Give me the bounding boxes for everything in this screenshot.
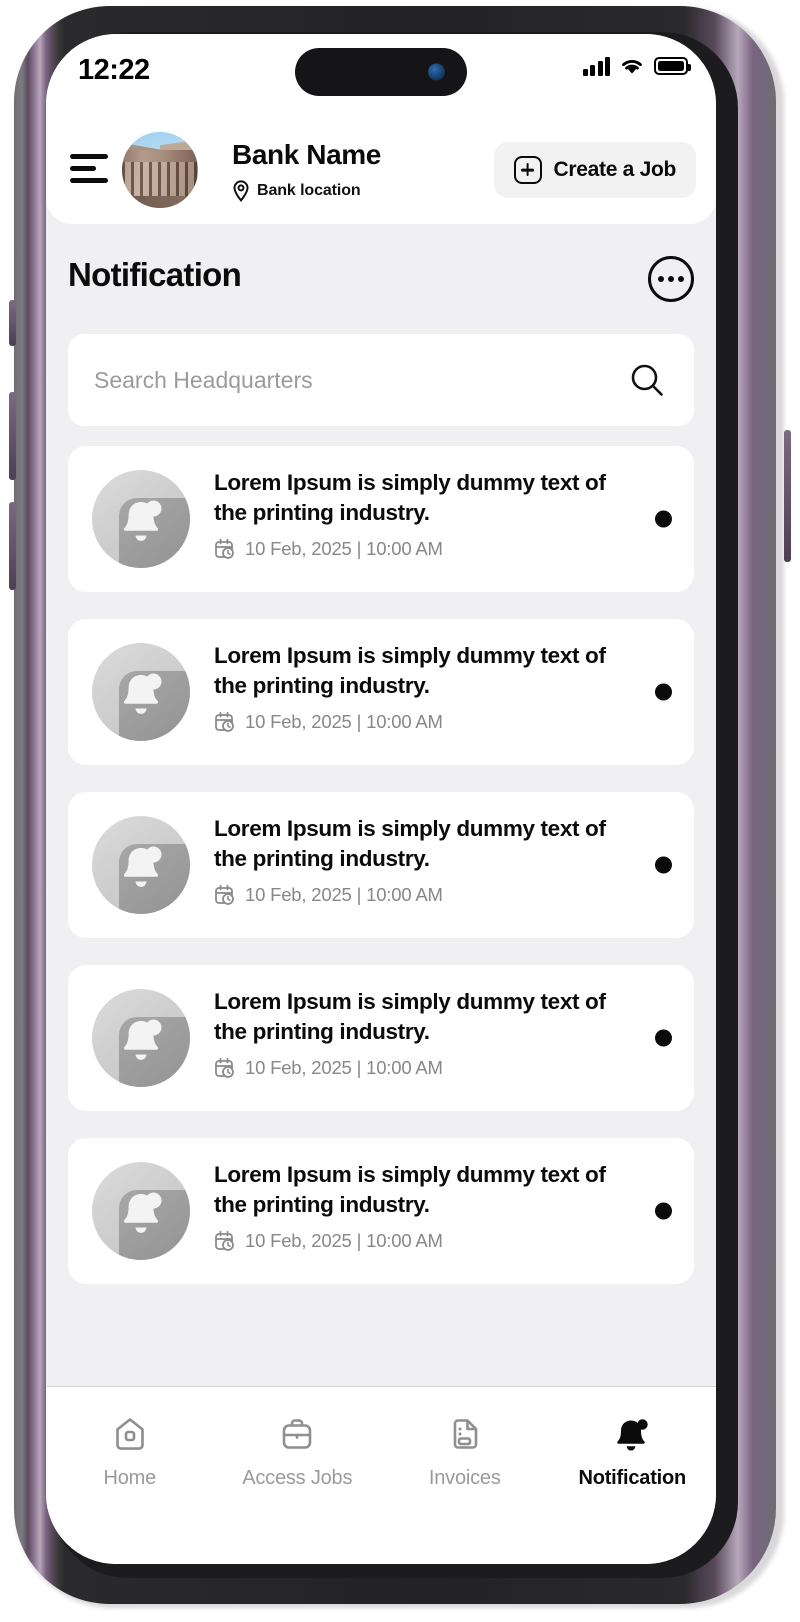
create-a-job-button[interactable]: Create a Job [493,142,696,198]
unread-indicator-dot [655,1202,672,1220]
calendar-clock-icon [215,538,234,559]
battery-full-icon [654,57,692,75]
notification-meta: 10 Feb, 2025 | 10:00 AM [214,884,608,906]
notification-meta: 10 Feb, 2025 | 10:00 AM [214,711,608,733]
notification-datetime: 10 Feb, 2025 | 10:00 AM [245,1229,443,1251]
bell-avatar-icon [92,643,190,741]
wifi-icon [622,60,642,74]
notification-card[interactable]: Lorem Ipsum is simply dummy text of the … [68,1138,694,1284]
notification-text: Lorem Ipsum is simply dummy text of the … [214,816,606,871]
nav-item-notification[interactable]: Notification [549,1413,717,1490]
volume-up-button[interactable] [9,392,16,480]
notification-meta: 10 Feb, 2025 | 10:00 AM [214,1230,608,1252]
notification-text: Lorem Ipsum is simply dummy text of the … [214,470,606,525]
search-input[interactable] [94,366,628,394]
bank-building-avatar[interactable] [122,132,198,208]
main-content: Notification Lorem Ipsum is simply dummy… [46,224,716,1386]
nav-item-home[interactable]: Home [46,1413,214,1490]
bank-name-label: Bank Name [232,139,381,170]
notification-list: Lorem Ipsum is simply dummy text of the … [68,446,694,1311]
notification-datetime: 10 Feb, 2025 | 10:00 AM [245,537,443,559]
app-header: Bank Name Bank location Create a Job [46,112,716,224]
bell-avatar-icon [92,816,190,914]
bell-avatar-icon [92,1162,190,1260]
unread-indicator-dot [655,1029,672,1047]
create-a-job-label: Create a Job [553,158,677,181]
briefcase-icon [277,1413,317,1455]
notification-card[interactable]: Lorem Ipsum is simply dummy text of the … [68,965,694,1111]
notification-text: Lorem Ipsum is simply dummy text of the … [214,643,606,698]
location-pin-icon [233,180,249,202]
notification-text: Lorem Ipsum is simply dummy text of the … [214,989,606,1044]
notification-meta: 10 Feb, 2025 | 10:00 AM [214,538,608,560]
notification-body: Lorem Ipsum is simply dummy text of the … [214,468,608,560]
phone-screen: 12:22 Bank Name Bank location Create a J… [46,34,716,1564]
dynamic-island [295,48,467,96]
volume-down-button[interactable] [9,502,16,590]
silent-switch-button[interactable] [9,300,16,346]
hamburger-menu-icon[interactable] [70,152,112,184]
notification-datetime: 10 Feb, 2025 | 10:00 AM [245,883,443,905]
more-options-icon[interactable] [648,256,694,302]
notification-datetime: 10 Feb, 2025 | 10:00 AM [245,1056,443,1078]
notification-card[interactable]: Lorem Ipsum is simply dummy text of the … [68,446,694,592]
calendar-clock-icon [215,711,234,732]
bank-location-label: Bank location [257,182,361,199]
notification-datetime: 10 Feb, 2025 | 10:00 AM [245,710,443,732]
notification-body: Lorem Ipsum is simply dummy text of the … [214,987,608,1079]
unread-indicator-dot [655,683,672,701]
power-button[interactable] [784,430,791,562]
plus-square-icon [513,156,542,184]
unread-indicator-dot [655,510,672,528]
nav-item-invoices[interactable]: Invoices [381,1413,549,1490]
bell-avatar-icon [92,470,190,568]
page-title: Notification [68,256,242,293]
screenshot-stage: 12:22 Bank Name Bank location Create a J… [0,0,800,1622]
unread-indicator-dot [655,856,672,874]
bell-avatar-icon [92,989,190,1087]
nav-label: Notification [578,1467,687,1489]
notification-card[interactable]: Lorem Ipsum is simply dummy text of the … [68,792,694,938]
front-camera-icon [428,63,445,81]
calendar-clock-icon [215,884,234,905]
status-bar: 12:22 [46,34,716,112]
notification-body: Lorem Ipsum is simply dummy text of the … [214,1160,608,1252]
home-icon [110,1413,150,1455]
bank-location: Bank location [232,180,361,202]
signal-bars-icon [582,56,610,76]
page-title-row: Notification [46,256,716,312]
search-icon[interactable] [628,361,666,399]
status-bar-time: 12:22 [78,54,150,86]
notification-body: Lorem Ipsum is simply dummy text of the … [214,814,608,906]
status-bar-indicators [582,56,692,76]
notification-card[interactable]: Lorem Ipsum is simply dummy text of the … [68,619,694,765]
calendar-clock-icon [215,1230,234,1251]
bell-filled-icon [612,1413,652,1455]
nav-item-access-jobs[interactable]: Access Jobs [214,1413,382,1490]
nav-label: Invoices [428,1467,501,1489]
search-bar[interactable] [68,334,694,426]
notification-text: Lorem Ipsum is simply dummy text of the … [214,1162,606,1217]
nav-label: Access Jobs [242,1467,353,1489]
notification-meta: 10 Feb, 2025 | 10:00 AM [214,1057,608,1079]
nav-label: Home [103,1467,157,1489]
document-icon [445,1413,485,1455]
bottom-navigation: Home Access Jobs Invoices Notification [46,1386,716,1564]
calendar-clock-icon [215,1057,234,1078]
notification-body: Lorem Ipsum is simply dummy text of the … [214,641,608,733]
